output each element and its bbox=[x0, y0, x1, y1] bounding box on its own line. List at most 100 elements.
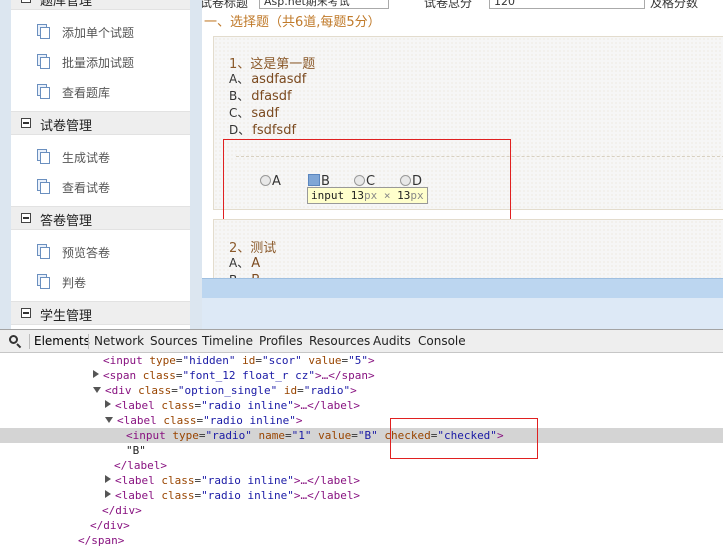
tab-elements[interactable]: Elements bbox=[34, 334, 90, 348]
dom-node-line[interactable]: <label class="radio inline"> bbox=[0, 413, 723, 428]
dom-tag: <input bbox=[103, 354, 150, 367]
sidebar-item-grade[interactable]: 判卷 bbox=[11, 267, 190, 297]
expand-triangle-icon[interactable] bbox=[105, 490, 111, 498]
option-line: A、 A bbox=[229, 254, 260, 271]
dom-attr-value: "scor" bbox=[261, 354, 302, 367]
annotation-highlight-box bbox=[223, 139, 511, 220]
dom-tag: >… bbox=[293, 489, 308, 502]
dom-attr-value: "B" bbox=[357, 429, 378, 442]
dom-text: "B" bbox=[126, 444, 146, 457]
dom-tag: <label bbox=[115, 489, 162, 502]
exam-title-input[interactable]: Asp.net期末考试 bbox=[259, 0, 389, 9]
sidebar-head-label: 学生管理 bbox=[40, 309, 93, 324]
option-key: A、 bbox=[229, 72, 250, 86]
sidebar-head-student[interactable]: 学生管理 bbox=[11, 301, 190, 325]
tab-divider bbox=[29, 334, 30, 349]
pass-score-label: 及格分数 bbox=[650, 0, 699, 10]
dom-node-line[interactable]: <span class="font_12 float_r cz">…</span… bbox=[0, 368, 723, 383]
sidebar-item-generate-exam[interactable]: 生成试卷 bbox=[11, 142, 190, 172]
collapse-icon[interactable] bbox=[21, 0, 31, 3]
dom-tag: >… bbox=[293, 399, 308, 412]
total-score-input[interactable]: 120 bbox=[489, 0, 645, 9]
option-text: dfasdf bbox=[251, 89, 292, 104]
tab-network[interactable]: Network bbox=[94, 334, 144, 348]
dom-tag: </label> bbox=[307, 399, 361, 412]
dom-attr-value: "option_single" bbox=[177, 384, 278, 397]
sidebar-item-view-bank[interactable]: 查看题库 bbox=[11, 77, 190, 107]
dom-attr-name: type bbox=[172, 429, 199, 442]
dom-attr-name: value bbox=[318, 429, 352, 442]
dom-attr-name: class bbox=[161, 399, 195, 412]
dom-node-line[interactable]: <label class="radio inline">…</label> bbox=[0, 488, 723, 503]
expand-triangle-icon[interactable] bbox=[105, 400, 111, 408]
dom-node-line[interactable]: </div> bbox=[0, 503, 723, 518]
dom-attr-value: "radio inline" bbox=[201, 489, 294, 502]
document-icon bbox=[37, 54, 50, 69]
sidebar-item-batch-add[interactable]: 批量添加试题 bbox=[11, 47, 190, 77]
option-line: D、 fsdfsdf bbox=[229, 121, 296, 138]
dom-tag: >… bbox=[293, 474, 308, 487]
exam-title-label: 试卷标题 bbox=[202, 0, 249, 10]
sidebar-item-label: 添加单个试题 bbox=[62, 26, 135, 40]
sidebar-head-question-bank[interactable]: 题库管理 bbox=[11, 0, 190, 10]
document-icon bbox=[37, 179, 50, 194]
dom-node-line[interactable]: <label class="radio inline">…</label> bbox=[0, 398, 723, 413]
dom-tag: </span> bbox=[78, 534, 125, 547]
sidebar-item-label: 查看试卷 bbox=[62, 181, 111, 195]
dom-attr-name: name bbox=[258, 429, 285, 442]
tab-resources[interactable]: Resources bbox=[309, 334, 370, 348]
sidebar-item-preview-answer[interactable]: 预览答卷 bbox=[11, 237, 190, 267]
sidebar-item-view-exam[interactable]: 查看试卷 bbox=[11, 172, 190, 202]
collapse-icon[interactable] bbox=[21, 213, 31, 223]
sidebar-item-label: 批量添加试题 bbox=[62, 56, 135, 70]
document-icon bbox=[37, 149, 50, 164]
collapse-icon[interactable] bbox=[21, 118, 31, 128]
sidebar-head-exam[interactable]: 试卷管理 bbox=[11, 111, 190, 135]
sidebar-item-label: 判卷 bbox=[62, 276, 87, 290]
collapse-triangle-icon[interactable] bbox=[105, 417, 113, 423]
dom-node-line[interactable]: </label> bbox=[0, 458, 723, 473]
dom-node-line[interactable]: </div> bbox=[0, 518, 723, 533]
dom-node-line[interactable]: <div class="option_single" id="radio"> bbox=[0, 383, 723, 398]
dom-node-line[interactable]: <label class="radio inline">…</label> bbox=[0, 473, 723, 488]
dom-attr-value: "font_12 float_r cz" bbox=[182, 369, 315, 382]
dom-attr-value: "5" bbox=[348, 354, 368, 367]
sidebar-head-answer[interactable]: 答卷管理 bbox=[11, 206, 190, 230]
option-text: A bbox=[251, 256, 261, 271]
sidebar-head-label: 答卷管理 bbox=[40, 214, 93, 229]
sidebar-item-add-single[interactable]: 添加单个试题 bbox=[11, 17, 190, 47]
dom-node-line[interactable]: <input type="hidden" id="scor" value="5"… bbox=[0, 353, 723, 368]
search-icon[interactable] bbox=[9, 335, 22, 349]
sidebar-left-edge bbox=[0, 0, 11, 329]
tab-divider bbox=[88, 334, 89, 349]
dom-attr-name: value bbox=[308, 354, 342, 367]
dom-attr-name: id bbox=[242, 354, 256, 367]
dom-tag: <label bbox=[115, 399, 162, 412]
tab-profiles[interactable]: Profiles bbox=[259, 334, 303, 348]
dom-node-line[interactable]: </span> bbox=[0, 533, 723, 548]
document-icon bbox=[37, 274, 50, 289]
sidebar-head-label: 题库管理 bbox=[40, 0, 93, 9]
tab-sources[interactable]: Sources bbox=[150, 334, 197, 348]
option-line: B、 dfasdf bbox=[229, 87, 292, 104]
dom-tag: <label bbox=[117, 414, 164, 427]
dom-attr-name: class bbox=[161, 489, 195, 502]
dom-tag: >… bbox=[314, 369, 329, 382]
sidebar-item-label: 生成试卷 bbox=[62, 151, 111, 165]
section-title: 一、选择题（共6道,每题5分） bbox=[204, 15, 381, 30]
sidebar-item-label: 预览答卷 bbox=[62, 246, 111, 260]
option-text: fsdfsdf bbox=[252, 123, 297, 138]
tab-console[interactable]: Console bbox=[418, 334, 466, 348]
dom-text-node[interactable]: "B" bbox=[0, 443, 723, 458]
tab-timeline[interactable]: Timeline bbox=[202, 334, 253, 348]
expand-triangle-icon[interactable] bbox=[105, 475, 111, 483]
collapse-icon[interactable] bbox=[21, 308, 31, 318]
dom-tag: </span> bbox=[328, 369, 375, 382]
collapse-triangle-icon[interactable] bbox=[93, 387, 101, 393]
main-content: 试卷标题 Asp.net期末考试 试卷总分 120 及格分数 一、选择题（共6道… bbox=[202, 0, 723, 329]
expand-triangle-icon[interactable] bbox=[93, 370, 99, 378]
dom-node-line-selected[interactable]: <input type="radio" name="1" value="B" c… bbox=[0, 428, 723, 443]
dom-tag: <div bbox=[105, 384, 139, 397]
tab-audits[interactable]: Audits bbox=[373, 334, 411, 348]
dom-attr-name: id bbox=[283, 384, 298, 397]
